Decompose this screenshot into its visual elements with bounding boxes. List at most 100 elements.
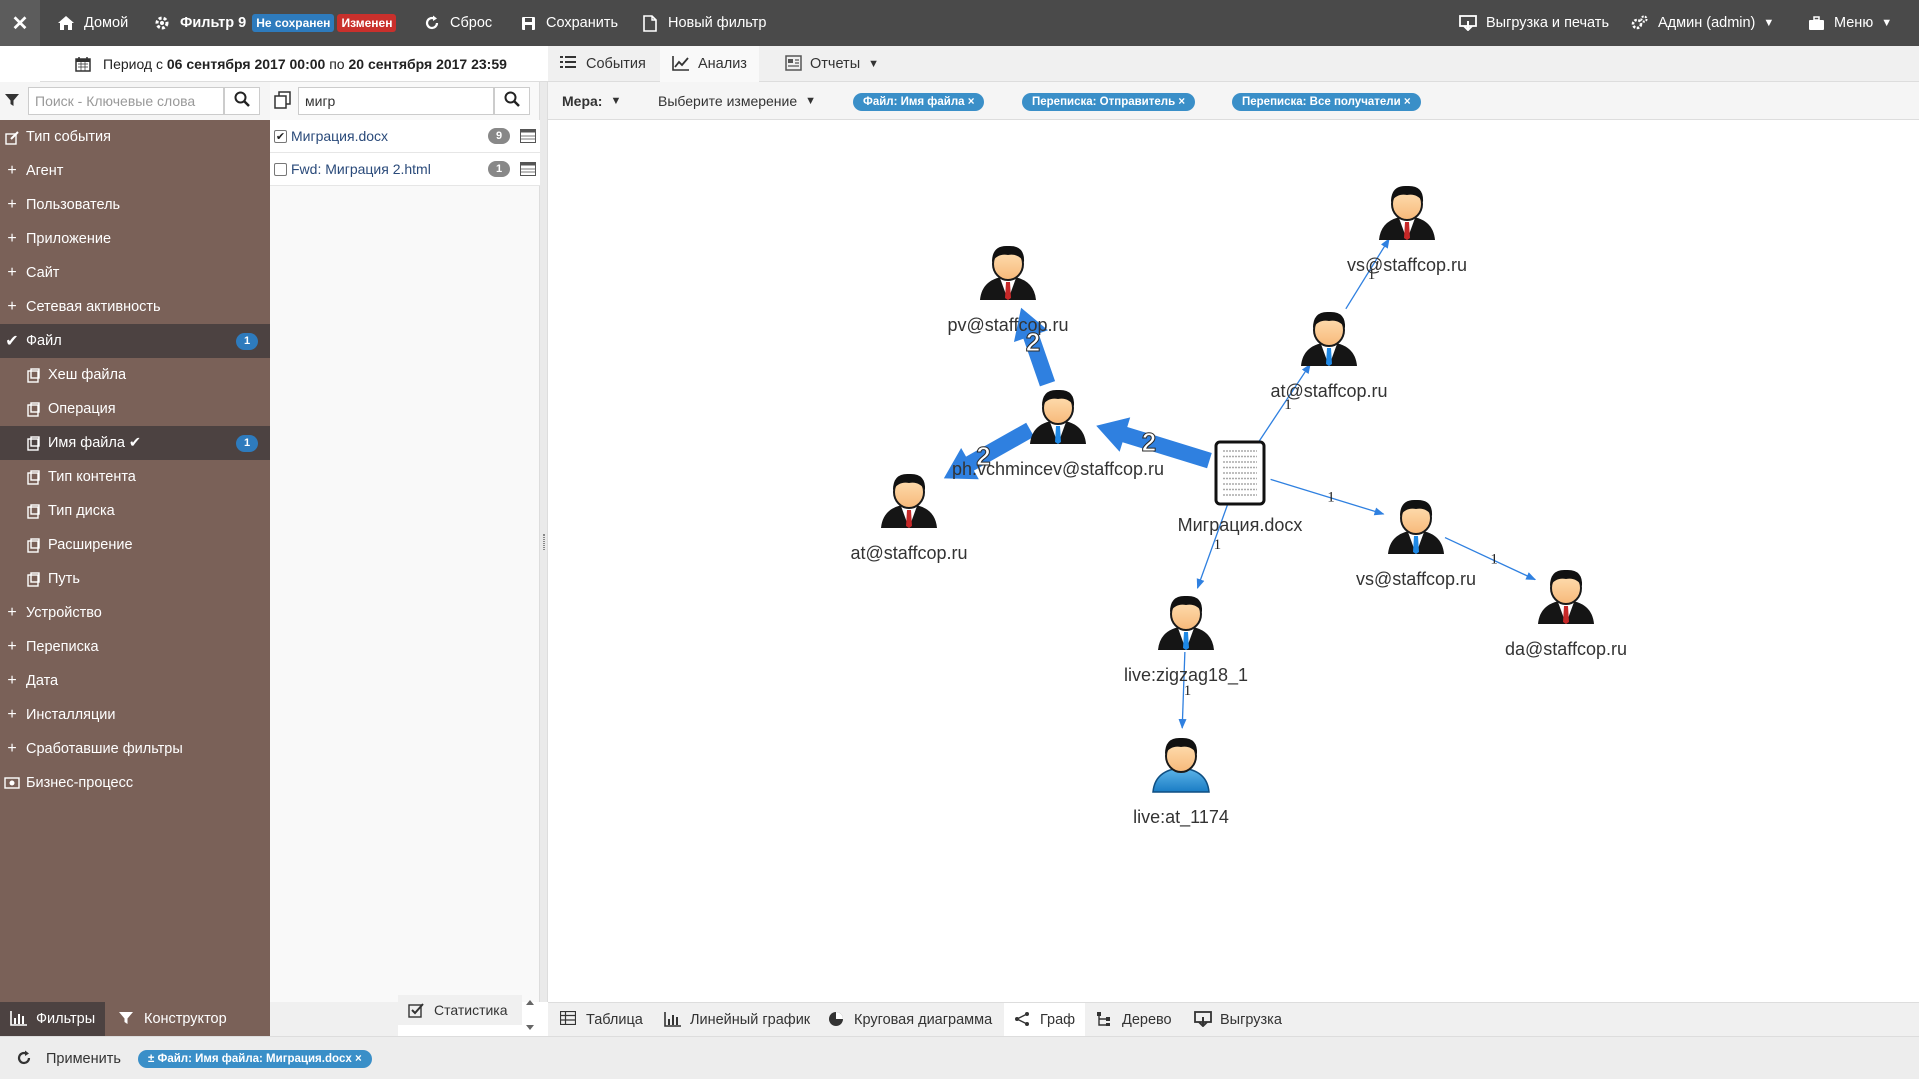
- graph-node-person-red[interactable]: da@staffcop.ru: [1505, 569, 1627, 659]
- save-label: Сохранить: [546, 15, 619, 31]
- panel-splitter[interactable]: [540, 82, 548, 1002]
- graph-node-person-skype[interactable]: live:at_1174: [1133, 737, 1229, 828]
- graph-node-person-red[interactable]: pv@staffcop.ru: [948, 245, 1069, 335]
- sidebar-item[interactable]: Имя файла ✔ 1: [0, 426, 270, 460]
- tab-export[interactable]: Выгрузка: [1184, 1003, 1292, 1037]
- graph-node-person-blue[interactable]: at@staffcop.ru: [1271, 311, 1388, 401]
- sidebar-item[interactable]: + Инсталляции: [0, 698, 270, 732]
- active-filter-chip[interactable]: ± Файл: Имя файла: Миграция.docx ×: [138, 1050, 372, 1068]
- plus-icon: +: [7, 740, 17, 757]
- reset-button[interactable]: Сброс: [422, 0, 492, 46]
- graph-node-label: live:at_1174: [1133, 807, 1229, 828]
- save-button[interactable]: Сохранить: [518, 0, 618, 46]
- sidebar-item-label: Сетевая активность: [26, 299, 161, 315]
- close-button[interactable]: ✕: [0, 0, 40, 46]
- tab-table[interactable]: Таблица: [550, 1003, 653, 1037]
- admin-menu[interactable]: Админ (admin) ▼: [1630, 0, 1774, 46]
- values-search-input[interactable]: мигр: [298, 87, 494, 115]
- tab-constructor[interactable]: Конструктор: [108, 1002, 237, 1036]
- sidebar-item[interactable]: + Пользователь: [0, 188, 270, 222]
- dimension-dropdown[interactable]: Выберите измерение ▼: [658, 82, 816, 120]
- sidebar-item[interactable]: Тип диска: [0, 494, 270, 528]
- checkbox-checked[interactable]: ✔: [274, 129, 287, 143]
- export-print-button[interactable]: Выгрузка и печать: [1458, 0, 1609, 46]
- sidebar-item[interactable]: + Сработавшие фильтры: [0, 732, 270, 766]
- sidebar-item[interactable]: + Переписка: [0, 630, 270, 664]
- table-icon: [560, 1011, 578, 1029]
- table-icon[interactable]: [520, 129, 536, 143]
- plus-icon: +: [7, 638, 17, 655]
- apply-button[interactable]: Применить: [16, 1037, 121, 1079]
- tab-analysis-label: Анализ: [698, 56, 747, 72]
- graph-node-person-blue[interactable]: live:zigzag18_1: [1124, 595, 1248, 686]
- visualization-tabs: Таблица Линейный график Круговая диаграм…: [548, 1002, 1919, 1037]
- list-icon: [560, 55, 578, 73]
- sidebar-item[interactable]: ✔ Файл 1: [0, 324, 270, 358]
- tab-filters[interactable]: Фильтры: [0, 1002, 106, 1036]
- sidebar-item[interactable]: + Агент: [0, 154, 270, 188]
- sidebar-item[interactable]: Тип контента: [0, 460, 270, 494]
- copy-icon: [20, 469, 46, 485]
- sidebar-item[interactable]: Путь: [0, 562, 270, 596]
- sidebar-item[interactable]: + Приложение: [0, 222, 270, 256]
- sidebar-item[interactable]: Операция: [0, 392, 270, 426]
- checkbox[interactable]: [274, 162, 287, 176]
- sidebar-item[interactable]: + Сетевая активность: [0, 290, 270, 324]
- value-item[interactable]: Fwd: Миграция 2.html 1: [270, 153, 540, 186]
- sidebar-item[interactable]: Бизнес-процесс: [0, 766, 270, 800]
- graph-edge[interactable]: 1: [1257, 363, 1311, 444]
- sidebar-item-label: Файл: [26, 333, 62, 349]
- line-chart-icon: [672, 55, 690, 73]
- main-menu[interactable]: Меню ▼: [1806, 0, 1892, 46]
- graph-edge[interactable]: 1: [1178, 651, 1191, 730]
- copy-icon: [20, 537, 46, 553]
- new-filter-button[interactable]: Новый фильтр: [640, 0, 766, 46]
- home-button[interactable]: Домой: [56, 0, 128, 46]
- tab-events[interactable]: События: [548, 46, 658, 82]
- graph-node-person-red[interactable]: vs@staffcop.ru: [1347, 185, 1467, 275]
- graph-node-label: pv@staffcop.ru: [948, 315, 1069, 335]
- graph-edge[interactable]: 1: [1196, 499, 1230, 589]
- bar-chart-icon: [10, 1010, 28, 1028]
- graph-edge[interactable]: 1: [1270, 478, 1385, 516]
- sidebar-item-label: Тип контента: [48, 469, 136, 485]
- tab-line-chart[interactable]: Линейный график: [654, 1003, 820, 1037]
- value-item[interactable]: ✔ Миграция.docx 9: [270, 120, 540, 153]
- measure-dropdown[interactable]: Мера: ▼: [562, 82, 621, 120]
- graph-node-person-blue[interactable]: vs@staffcop.ru: [1356, 499, 1476, 589]
- sidebar-item[interactable]: + Сайт: [0, 256, 270, 290]
- share-icon: [1014, 1011, 1032, 1029]
- graph-node-label: Миграция.docx: [1178, 515, 1303, 535]
- graph-svg[interactable]: 22 2111111 pv@staffcop.ruph.vchmincev@sta…: [548, 120, 1919, 1002]
- filter-button[interactable]: Фильтр 9 Не сохранен Изменен: [152, 0, 397, 46]
- sidebar-item[interactable]: Хеш файла: [0, 358, 270, 392]
- dimension-chip-sender[interactable]: Переписка: Отправитель ×: [1022, 93, 1196, 111]
- sidebar-search-input[interactable]: Поиск - Ключевые слова: [28, 87, 224, 115]
- sidebar-search-button[interactable]: [224, 87, 260, 115]
- tab-filters-label: Фильтры: [36, 1011, 96, 1027]
- table-icon[interactable]: [520, 162, 536, 176]
- tab-tree[interactable]: Дерево: [1086, 1003, 1182, 1037]
- copy-icon: [274, 91, 292, 109]
- period-bar[interactable]: Период с 06 сентября 2017 00:00 по 20 се…: [40, 46, 548, 82]
- edge-weight-label: 1: [1214, 537, 1222, 553]
- sidebar-item[interactable]: + Дата: [0, 664, 270, 698]
- graph-node-person-red[interactable]: at@staffcop.ru: [851, 473, 968, 563]
- tab-analysis[interactable]: Анализ: [660, 46, 759, 82]
- sidebar-item[interactable]: Тип события: [0, 120, 270, 154]
- period-middle: по: [329, 55, 345, 72]
- tab-pie-chart[interactable]: Круговая диаграмма: [818, 1003, 1002, 1037]
- dimension-chip-file-name[interactable]: Файл: Имя файла ×: [853, 93, 985, 111]
- reset-label: Сброс: [450, 15, 493, 31]
- briefcase-icon: [1806, 13, 1826, 33]
- statistics-toggle[interactable]: Статистика: [398, 995, 522, 1025]
- tab-line-chart-label: Линейный график: [690, 1012, 811, 1028]
- scrollbar[interactable]: [522, 995, 538, 1035]
- sidebar-item[interactable]: + Устройство: [0, 596, 270, 630]
- values-search-button[interactable]: [494, 87, 530, 115]
- sidebar-item[interactable]: Расширение: [0, 528, 270, 562]
- tab-reports[interactable]: Отчеты ▼: [772, 46, 891, 82]
- tab-graph[interactable]: Граф: [1004, 1003, 1086, 1037]
- graph-canvas[interactable]: 222111111 pv@staffcop.ru ph.vchmincev@sta…: [548, 120, 1919, 1002]
- dimension-chip-recipients[interactable]: Переписка: Все получатели ×: [1232, 93, 1421, 111]
